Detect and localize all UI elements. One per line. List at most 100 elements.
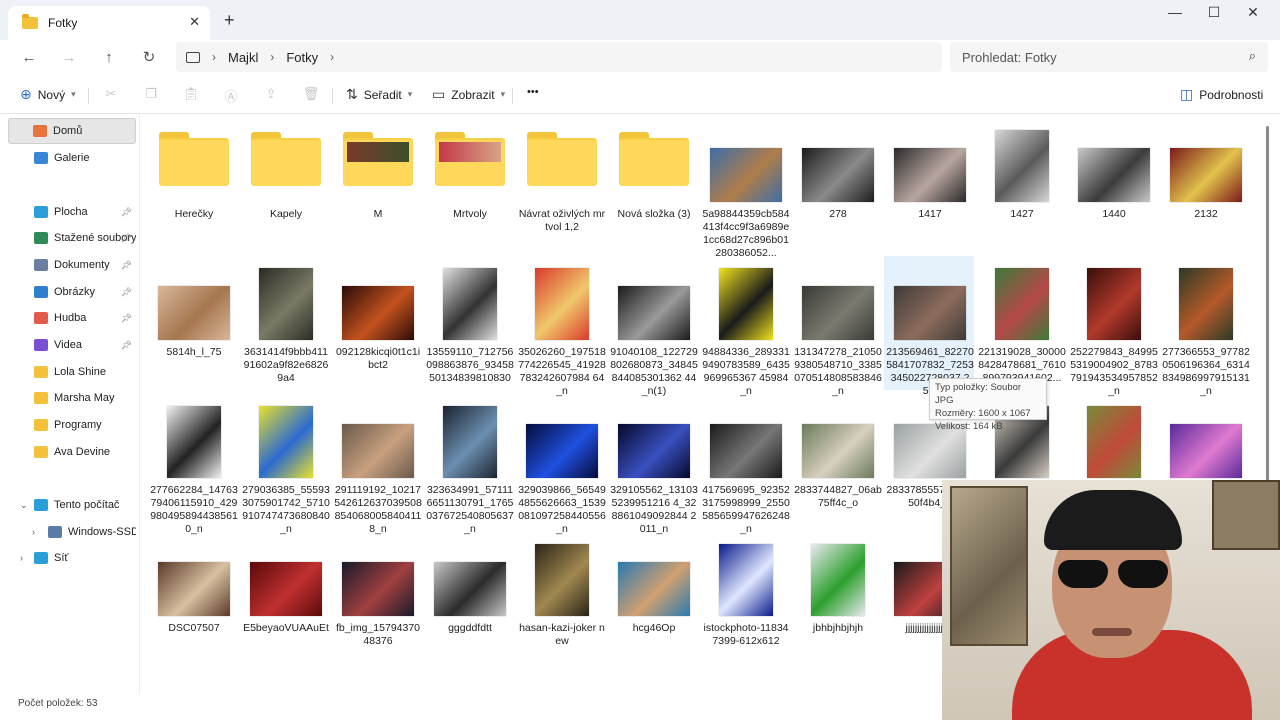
forward-button[interactable]: → — [56, 46, 82, 70]
chevron-right-icon[interactable]: › — [32, 527, 35, 537]
sidebar-item[interactable]: › Síť — [10, 545, 136, 571]
image-thumbnail — [802, 148, 874, 202]
address-bar[interactable]: › Majkl › Fotky › — [176, 42, 942, 72]
folder-item[interactable]: Kapely — [242, 120, 330, 254]
chevron-right-icon[interactable]: › — [270, 50, 274, 64]
image-item[interactable]: 94884336_2893319490783589_6435969965367 … — [702, 258, 790, 397]
sort-button[interactable]: ⇅ Seřadit ▾ — [346, 86, 412, 103]
image-item[interactable]: fb_img_1579437048376 — [334, 534, 422, 668]
image-item[interactable]: 2833744827_06ab75ff4c_o — [794, 396, 882, 530]
copy-icon[interactable]: ❐ — [142, 86, 160, 104]
folder-icon — [34, 419, 48, 431]
image-item[interactable]: 329105562_131035239951216 4_328861049092… — [610, 396, 698, 535]
item-name: 2132 — [1194, 208, 1218, 220]
sidebar-item[interactable]: › Windows-SSD (C:) — [10, 519, 136, 545]
image-item[interactable]: gggddfdtt — [426, 534, 514, 668]
folder-item[interactable]: Nová složka (3) — [610, 120, 698, 254]
image-item[interactable]: 2132 — [1162, 120, 1250, 254]
image-item[interactable]: istockphoto-118347399-612x612 — [702, 534, 790, 668]
image-item[interactable]: 221319028_300008428478681_76108997939416… — [978, 258, 1066, 392]
sidebar-item[interactable]: Hudba 📌︎ — [10, 305, 136, 331]
share-icon[interactable]: ⇪ — [262, 86, 280, 104]
view-button[interactable]: ▭ Zobrazit ▾ — [432, 86, 505, 103]
image-item[interactable]: 279036385_555933075901742_57109107474736… — [242, 396, 330, 535]
image-item[interactable]: E5beyaoVUAAuEt — [242, 534, 330, 668]
search-placeholder: Prohledat: Fotky — [962, 49, 1057, 65]
search-icon[interactable]: ⌕ — [1249, 48, 1256, 64]
image-item[interactable]: 291119192_102175426126370395088540680058… — [334, 396, 422, 535]
sidebar-item[interactable]: Marsha May — [10, 385, 136, 411]
sidebar-item[interactable]: Programy — [10, 412, 136, 438]
sidebar-item[interactable]: Dokumenty 📌︎ — [10, 252, 136, 278]
rename-icon[interactable]: Ⓐ — [222, 86, 240, 104]
chevron-right-icon[interactable]: › — [20, 553, 23, 563]
folder-item[interactable]: Mrtvoly — [426, 120, 514, 254]
tab-fotky[interactable]: Fotky ✕ — [8, 6, 210, 40]
new-button[interactable]: ⊕ Nový ▾ — [20, 86, 76, 103]
image-item[interactable]: 252279843_849955319004902_87837919435349… — [1070, 258, 1158, 397]
image-item[interactable]: 213569461_822705841707832_72533450227280… — [884, 256, 974, 397]
item-name: 417569695_923523175998999_25505856599476… — [702, 484, 790, 535]
image-item[interactable]: 13559110_712756098863876_934585013483981… — [426, 258, 514, 392]
image-item[interactable]: 3631414f9bbb41191602a9f82e68269a4 — [242, 258, 330, 392]
pin-icon: 📌︎ — [120, 312, 132, 323]
paste-icon[interactable]: 📋︎ — [182, 86, 200, 104]
breadcrumb-majkl[interactable]: Majkl — [228, 50, 258, 65]
sidebar-item[interactable]: Ava Devine — [10, 439, 136, 465]
image-item[interactable]: 91040108_122729802680873_348458440853013… — [610, 258, 698, 397]
sidebar-item[interactable]: Domů — [8, 118, 136, 144]
more-options-button[interactable]: ••• — [527, 86, 539, 98]
image-item[interactable]: 323634991_571116651130791_17650376725408… — [426, 396, 514, 535]
item-name: 13559110_712756098863876_934585013483981… — [426, 346, 514, 384]
close-window-button[interactable]: ✕ — [1230, 4, 1276, 21]
image-item[interactable]: 1417 — [886, 120, 974, 254]
image-item[interactable]: 35026260_197518774226545_419287832426079… — [518, 258, 606, 397]
divider — [332, 88, 333, 104]
folder-item[interactable]: Herečky — [150, 120, 238, 254]
sidebar-item[interactable]: Plocha 📌︎ — [10, 199, 136, 225]
sidebar-item[interactable]: ⌄ Tento počítač — [10, 492, 136, 518]
image-item[interactable]: 131347278_210509380548710_33850705148085… — [794, 258, 882, 397]
image-item[interactable]: 1427 — [978, 120, 1066, 254]
image-item[interactable]: DSC07507 — [150, 534, 238, 668]
image-item[interactable]: 277662284_1476379406115910_4299804958944… — [150, 396, 238, 535]
refresh-button[interactable]: ↻ — [136, 46, 162, 70]
item-name: 35026260_197518774226545_419287832426079… — [518, 346, 606, 397]
chevron-right-icon[interactable]: › — [212, 50, 216, 64]
image-item[interactable]: hcg46Op — [610, 534, 698, 668]
image-item[interactable]: 329039866_565494855626663_15390810972584… — [518, 396, 606, 535]
breadcrumb-fotky[interactable]: Fotky — [286, 50, 318, 65]
image-item[interactable]: 278 — [794, 120, 882, 254]
back-button[interactable]: ← — [16, 46, 42, 70]
image-item[interactable]: hasan-kazi-joker new — [518, 534, 606, 668]
sidebar-item[interactable]: Videa 📌︎ — [10, 332, 136, 358]
image-item[interactable]: jbhbjhbjhjh — [794, 534, 882, 668]
delete-icon[interactable]: 🗑︎ — [302, 86, 320, 104]
close-tab-icon[interactable]: ✕ — [189, 14, 200, 30]
cut-icon[interactable]: ✂ — [102, 86, 120, 104]
item-tooltip: Typ položky: Soubor JPG Rozměry: 1600 x … — [929, 378, 1047, 432]
sidebar-item[interactable]: Galerie — [10, 145, 136, 171]
sidebar-item[interactable]: Obrázky 📌︎ — [10, 279, 136, 305]
image-item[interactable]: 417569695_923523175998999_25505856599476… — [702, 396, 790, 535]
chevron-right-icon[interactable]: › — [330, 50, 334, 64]
sidebar-item[interactable]: Lola Shine — [10, 359, 136, 385]
image-thumbnail — [434, 562, 506, 616]
image-item[interactable]: 277366553_977820506196364_63148349869979… — [1162, 258, 1250, 397]
up-button[interactable]: ↑ — [96, 46, 122, 70]
item-name: hasan-kazi-joker new — [519, 622, 605, 647]
image-item[interactable]: 5a98844359cb584413f4cc9f3a6989e1cc68d27c… — [702, 120, 790, 259]
image-thumbnail — [1078, 148, 1150, 202]
folder-item[interactable]: M — [334, 120, 422, 254]
image-item[interactable]: 5814h_l_75 — [150, 258, 238, 392]
search-input[interactable]: Prohledat: Fotky ⌕ — [950, 42, 1268, 72]
sidebar-item[interactable]: Stažené soubory 📌︎ — [10, 225, 136, 251]
details-label: Podrobnosti — [1199, 87, 1264, 102]
new-tab-button[interactable]: + — [224, 10, 235, 31]
image-item[interactable]: 1440 — [1070, 120, 1158, 254]
image-thumbnail — [1087, 406, 1141, 478]
details-button[interactable]: ◫ Podrobnosti — [1180, 86, 1263, 103]
image-item[interactable]: 092128kicqi0t1c1ibct2 — [334, 258, 422, 392]
chevron-down-icon[interactable]: ⌄ — [20, 500, 28, 511]
folder-item[interactable]: Návrat oživlých mrtvol 1,2 — [518, 120, 606, 254]
